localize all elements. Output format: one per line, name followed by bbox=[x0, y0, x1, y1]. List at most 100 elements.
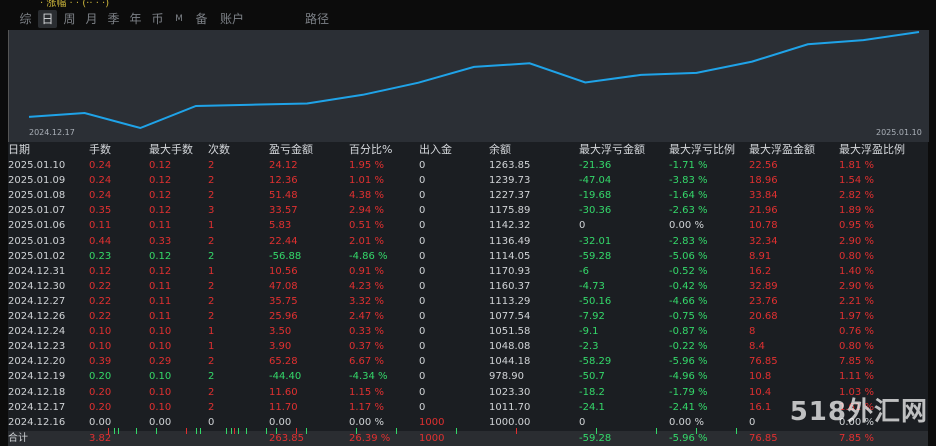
table-cell: 16.2 bbox=[749, 265, 772, 277]
tab-1[interactable]: 日 bbox=[38, 10, 57, 28]
table-row[interactable]: 2024.12.31 0.12 0.12 1 10.56 0.91 % 0 1170.93 -6… bbox=[8, 264, 928, 279]
row-label: 2024.12.24 bbox=[8, 326, 66, 338]
table-cell: -4.34 % bbox=[349, 371, 388, 383]
table-cell: -0.42 % bbox=[669, 280, 708, 292]
table-cell: 2 bbox=[208, 235, 215, 247]
table-cell: 0.11 bbox=[149, 295, 172, 307]
table-cell: 8.91 bbox=[749, 250, 772, 262]
table-cell: 24.12 bbox=[269, 160, 298, 171]
activity-tick bbox=[238, 428, 239, 434]
table-row[interactable]: 2025.01.10 0.24 0.12 2 24.12 1.95 % 0 1263.85 -2… bbox=[8, 158, 928, 173]
table-cell: 1.97 % bbox=[839, 311, 874, 322]
table-cell: 1175.89 bbox=[489, 205, 531, 217]
column-header[interactable]: 最大浮亏金额 bbox=[579, 142, 645, 157]
activity-tick bbox=[200, 428, 201, 434]
table-row[interactable]: 2024.12.19 0.20 0.10 2 -44.40 -4.34 % 0 978.90 -… bbox=[8, 369, 928, 384]
table-cell: 47.08 bbox=[269, 280, 298, 292]
table-cell: -50.7 bbox=[579, 371, 605, 383]
x-axis-end-label: 2025.01.10 bbox=[876, 128, 922, 137]
table-cell: -1.64 % bbox=[669, 190, 708, 202]
table-row[interactable]: 2024.12.24 0.10 0.10 1 3.50 0.33 % 0 1051.58 -9.… bbox=[8, 324, 928, 339]
table-cell: 0 bbox=[419, 326, 426, 338]
table-row[interactable]: 2024.12.20 0.39 0.29 2 65.28 6.67 % 0 1044.18 -5… bbox=[8, 354, 928, 369]
table-cell: 0 bbox=[419, 265, 426, 277]
table-cell: 3 bbox=[208, 205, 215, 217]
tab-9[interactable]: 账户 bbox=[216, 10, 248, 28]
table-cell: -4.73 bbox=[579, 280, 605, 292]
tab-6[interactable]: 币 bbox=[148, 10, 167, 28]
table-row[interactable]: 2024.12.27 0.22 0.11 2 35.75 3.32 % 0 1113.29 -5… bbox=[8, 294, 928, 309]
table-cell: 0.23 bbox=[89, 250, 112, 262]
table-cell: 3.90 bbox=[269, 341, 292, 353]
activity-tick bbox=[516, 428, 517, 434]
table-row[interactable]: 2025.01.09 0.24 0.12 2 12.36 1.01 % 0 1239.73 -4… bbox=[8, 173, 928, 188]
table-cell: 23.76 bbox=[749, 295, 778, 307]
table-cell: 0.12 bbox=[149, 160, 172, 171]
tab-3[interactable]: 月 bbox=[82, 10, 101, 28]
column-header[interactable]: 最大手数 bbox=[149, 142, 193, 157]
table-cell: 2 bbox=[208, 386, 215, 398]
table-cell: 2.94 % bbox=[349, 205, 384, 217]
row-label: 2025.01.06 bbox=[8, 220, 66, 232]
table-cell: 2.90 % bbox=[839, 235, 874, 247]
activity-tick bbox=[156, 428, 157, 434]
activity-tick bbox=[234, 428, 235, 434]
column-header[interactable]: 次数 bbox=[208, 142, 230, 157]
table-cell: 7.85 % bbox=[839, 432, 874, 444]
table-row[interactable]: 2024.12.26 0.22 0.11 2 25.96 2.47 % 0 1077.54 -7… bbox=[8, 309, 928, 324]
table-cell: -2.63 % bbox=[669, 205, 708, 217]
column-header[interactable]: 最大浮盈金额 bbox=[749, 142, 815, 157]
table-row[interactable]: 2024.12.23 0.10 0.10 1 3.90 0.37 % 0 1048.08 -2.… bbox=[8, 339, 928, 354]
column-header[interactable]: 日期 bbox=[8, 142, 30, 157]
column-header[interactable]: 手数 bbox=[89, 142, 111, 157]
column-header[interactable]: 出入金 bbox=[419, 142, 452, 157]
table-cell: 1 bbox=[208, 326, 215, 338]
table-cell: 0.10 bbox=[149, 371, 172, 383]
tab-5[interactable]: 年 bbox=[126, 10, 145, 28]
table-cell: -4.86 % bbox=[349, 250, 388, 262]
table-cell: 0 bbox=[419, 295, 426, 307]
table-row[interactable]: 2025.01.07 0.35 0.12 3 33.57 2.94 % 0 1175.89 -3… bbox=[8, 203, 928, 218]
row-label: 2024.12.18 bbox=[8, 386, 66, 398]
column-header[interactable]: 余额 bbox=[489, 142, 511, 157]
table-cell: 8 bbox=[749, 326, 756, 338]
tab-7[interactable]: M bbox=[171, 10, 187, 28]
table-cell: 10.78 bbox=[749, 220, 778, 232]
column-header[interactable]: 百分比% bbox=[349, 142, 392, 157]
tab-8[interactable]: 备 bbox=[192, 10, 211, 28]
table-row[interactable]: 2025.01.02 0.23 0.12 2 -56.88 -4.86 % 0 1114.05… bbox=[8, 249, 928, 264]
tab-4[interactable]: 季 bbox=[104, 10, 123, 28]
column-header[interactable]: 最大浮盈比例 bbox=[839, 142, 905, 157]
row-label: 2025.01.07 bbox=[8, 205, 66, 217]
activity-tick bbox=[456, 428, 457, 434]
table-cell: 0.10 bbox=[149, 386, 172, 398]
column-header[interactable]: 盈亏金额 bbox=[269, 142, 313, 157]
table-cell: 0.24 bbox=[89, 175, 112, 187]
table-cell: 0.35 bbox=[89, 205, 112, 217]
table-cell: 1113.29 bbox=[489, 295, 531, 307]
table-cell: 20.68 bbox=[749, 311, 778, 322]
tab-0[interactable]: 综 bbox=[16, 10, 35, 28]
table-row[interactable]: 2025.01.03 0.44 0.33 2 22.44 2.01 % 0 1136.49 -3… bbox=[8, 234, 928, 249]
tab-2[interactable]: 周 bbox=[60, 10, 79, 28]
table-cell: 2 bbox=[208, 280, 215, 292]
row-label: 2025.01.08 bbox=[8, 190, 66, 202]
activity-tick bbox=[136, 428, 137, 434]
activity-tick bbox=[736, 428, 737, 434]
table-cell: 1 bbox=[208, 220, 215, 232]
row-label: 2024.12.27 bbox=[8, 295, 66, 307]
table-row[interactable]: 2025.01.06 0.11 0.11 1 5.83 0.51 % 0 1142.32 0 0.… bbox=[8, 218, 928, 233]
tab-10[interactable]: 路径 bbox=[300, 10, 334, 28]
activity-tick bbox=[186, 428, 187, 434]
row-label: 2024.12.23 bbox=[8, 341, 66, 353]
table-cell: -1.79 % bbox=[669, 386, 708, 398]
table-row[interactable]: 2025.01.08 0.24 0.12 2 51.48 4.38 % 0 1227.37 -1… bbox=[8, 188, 928, 203]
column-header[interactable]: 最大浮亏比例 bbox=[669, 142, 735, 157]
table-cell: 35.75 bbox=[269, 295, 298, 307]
table-row[interactable]: 2024.12.30 0.22 0.11 2 47.08 4.23 % 0 1160.37 -4… bbox=[8, 279, 928, 294]
table-cell: 1 bbox=[208, 265, 215, 277]
table-cell: 2 bbox=[208, 311, 215, 322]
table-cell: 1.89 % bbox=[839, 205, 874, 217]
table-cell: 0.11 bbox=[149, 280, 172, 292]
table-cell: 65.28 bbox=[269, 356, 298, 368]
